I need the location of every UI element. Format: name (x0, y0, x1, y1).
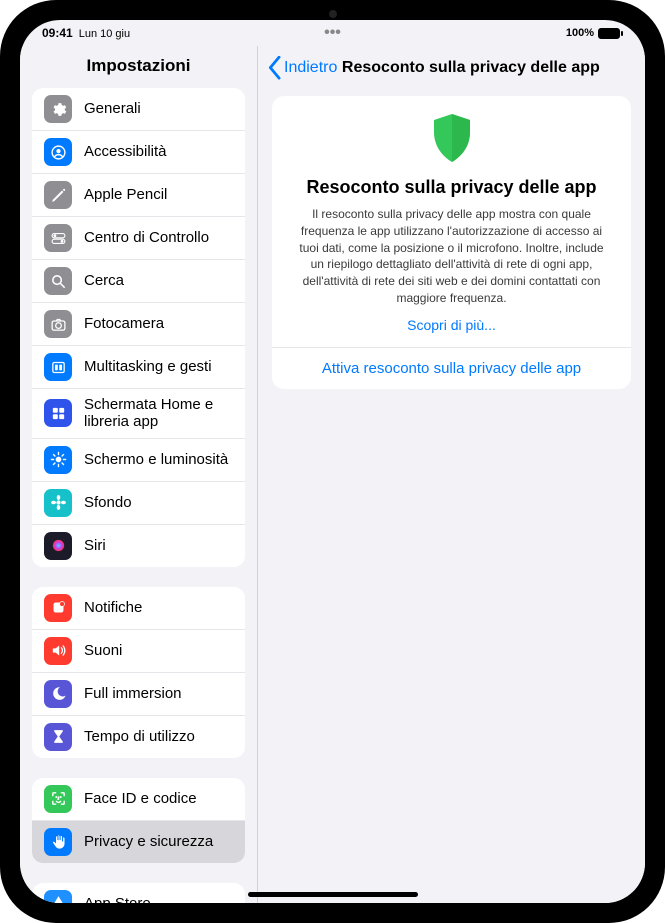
screen: 09:41 Lun 10 giu ••• 100% Impostazioni G… (20, 20, 645, 903)
sidebar-group: Face ID e codice Privacy e sicurezza (32, 778, 245, 863)
gear-icon (44, 95, 72, 123)
device-frame: 09:41 Lun 10 giu ••• 100% Impostazioni G… (0, 0, 665, 923)
home-indicator[interactable] (248, 892, 418, 897)
sidebar-item-label: Full immersion (84, 685, 233, 702)
sidebar-item-pencil[interactable]: Apple Pencil (32, 174, 245, 217)
status-right: 100% (562, 27, 623, 39)
status-time: 09:41 (42, 26, 73, 40)
camera-dot (329, 10, 337, 18)
back-label: Indietro (284, 59, 337, 77)
sidebar-item-label: Notifiche (84, 599, 233, 616)
sidebar-item-label: Sfondo (84, 494, 233, 511)
speaker-icon (44, 637, 72, 665)
toggles-icon (44, 224, 72, 252)
sidebar-title: Impostazioni (20, 46, 257, 88)
sidebar-item-camera[interactable]: Fotocamera (32, 303, 245, 346)
card-top: Resoconto sulla privacy delle app Il res… (272, 96, 631, 348)
sidebar-item-focus[interactable]: Full immersion (32, 673, 245, 716)
split-view: Impostazioni Generali Accessibilità Apple … (20, 46, 645, 903)
sidebar-item-general[interactable]: Generali (32, 88, 245, 131)
sidebar-item-label: Apple Pencil (84, 186, 233, 203)
sidebar-group: Generali Accessibilità Apple Pencil Centro … (32, 88, 245, 567)
sidebar-item-accessibility[interactable]: Accessibilità (32, 131, 245, 174)
brightness-icon (44, 446, 72, 474)
status-left: 09:41 Lun 10 giu (42, 26, 130, 40)
sidebar-item-label: Schermata Home e libreria app (84, 396, 233, 431)
sidebar-item-label: Centro di Controllo (84, 229, 233, 246)
sidebar-item-search[interactable]: Cerca (32, 260, 245, 303)
sidebar-item-privacy[interactable]: Privacy e sicurezza (32, 821, 245, 863)
sidebar-item-label: Generali (84, 100, 233, 117)
multitask-icon (44, 353, 72, 381)
enable-privacy-report-button[interactable]: Attiva resoconto sulla privacy delle app (272, 348, 631, 389)
sidebar-item-label: Suoni (84, 642, 233, 659)
sidebar-item-siri[interactable]: Siri (32, 525, 245, 567)
sidebar-item-label: Schermo e luminosità (84, 451, 233, 468)
status-date: Lun 10 giu (79, 28, 130, 40)
siri-icon (44, 532, 72, 560)
sidebar-item-wallpaper[interactable]: Sfondo (32, 482, 245, 525)
sidebar-item-faceid[interactable]: Face ID e codice (32, 778, 245, 821)
chevron-left-icon (268, 57, 282, 79)
sidebar-item-label: Accessibilità (84, 143, 233, 160)
sidebar-item-sounds[interactable]: Suoni (32, 630, 245, 673)
sidebar-item-screentime[interactable]: Tempo di utilizzo (32, 716, 245, 758)
sidebar-group: App StoreGame CenterWallet e Apple Pay (32, 883, 245, 904)
detail-pane: Indietro Resoconto sulla privacy delle a… (258, 46, 645, 903)
sidebar-item-label: Fotocamera (84, 315, 233, 332)
flower-icon (44, 489, 72, 517)
moon-icon (44, 680, 72, 708)
camera-icon (44, 310, 72, 338)
person-icon (44, 138, 72, 166)
sidebar-scroll[interactable]: Generali Accessibilità Apple Pencil Centro … (20, 88, 257, 903)
settings-sidebar: Impostazioni Generali Accessibilità Apple … (20, 46, 258, 903)
shield-icon (292, 112, 611, 169)
battery-percent: 100% (566, 27, 594, 39)
card-body-text: Il resoconto sulla privacy delle app mos… (292, 206, 611, 307)
faceid-icon (44, 785, 72, 813)
detail-nav: Indietro Resoconto sulla privacy delle a… (258, 46, 645, 90)
sidebar-item-label: Face ID e codice (84, 790, 233, 807)
sidebar-item-label: Multitasking e gesti (84, 358, 233, 375)
privacy-report-card: Resoconto sulla privacy delle app Il res… (272, 96, 631, 389)
hand-icon (44, 828, 72, 856)
detail-nav-title: Resoconto sulla privacy delle app (342, 59, 600, 77)
bell-icon (44, 594, 72, 622)
learn-more-link[interactable]: Scopri di più... (292, 317, 611, 333)
sidebar-group: Notifiche Suoni Full immersion Tempo di uti… (32, 587, 245, 758)
battery-icon (598, 28, 623, 39)
sidebar-item-label: App Store (84, 895, 233, 903)
appstore-icon (44, 890, 72, 904)
multitasking-dots-icon[interactable]: ••• (324, 24, 341, 42)
search-icon (44, 267, 72, 295)
sidebar-item-appstore[interactable]: App Store (32, 883, 245, 904)
sidebar-item-label: Tempo di utilizzo (84, 728, 233, 745)
sidebar-item-notifications[interactable]: Notifiche (32, 587, 245, 630)
status-bar: 09:41 Lun 10 giu ••• 100% (20, 20, 645, 46)
pencil-icon (44, 181, 72, 209)
sidebar-item-label: Siri (84, 537, 233, 554)
sidebar-item-label: Privacy e sicurezza (84, 833, 233, 850)
grid-icon (44, 399, 72, 427)
sidebar-item-home[interactable]: Schermata Home e libreria app (32, 389, 245, 439)
sidebar-item-display[interactable]: Schermo e luminosità (32, 439, 245, 482)
sidebar-item-control-center[interactable]: Centro di Controllo (32, 217, 245, 260)
back-button[interactable]: Indietro (268, 57, 337, 79)
sidebar-item-multitask[interactable]: Multitasking e gesti (32, 346, 245, 389)
card-title: Resoconto sulla privacy delle app (292, 177, 611, 198)
hourglass-icon (44, 723, 72, 751)
detail-body: Resoconto sulla privacy delle app Il res… (258, 90, 645, 395)
sidebar-item-label: Cerca (84, 272, 233, 289)
